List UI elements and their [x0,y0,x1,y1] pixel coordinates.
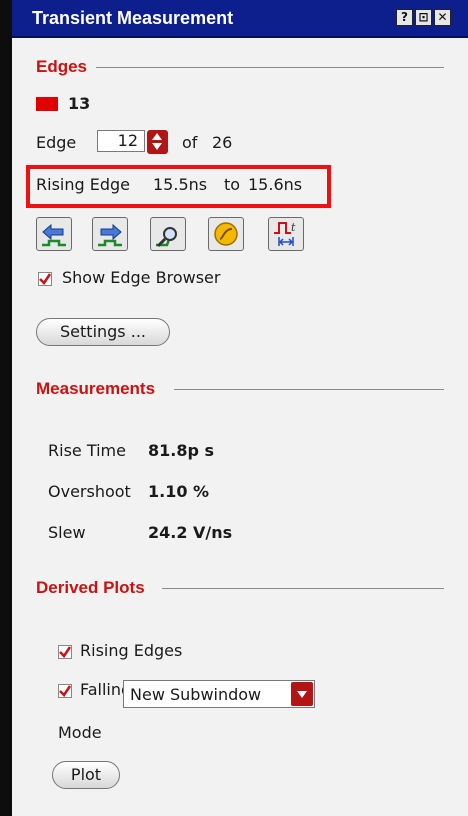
overshoot-label: Overshoot [48,482,131,501]
edges-section-title: Edges [36,57,88,76]
settings-button[interactable]: Settings ... [36,318,170,346]
mode-select[interactable]: New Subwindow [123,680,315,708]
derived-plots-divider [162,588,444,589]
measurement-panel: Edges 13 Edge 12 of 26 Rising Edge 15.5n… [12,38,468,816]
spin-up-icon[interactable] [152,133,162,140]
measure-button[interactable] [208,217,244,251]
show-edge-browser-checkbox[interactable] [38,272,52,286]
mode-label: Mode [58,723,102,742]
close-button[interactable]: ✕ [434,9,451,26]
window-title: Transient Measurement [32,8,234,28]
rising-edges-label[interactable]: Rising Edges [80,641,182,660]
to-label: to [224,175,241,194]
rising-edges-checkbox[interactable] [58,645,72,659]
edge-count: 13 [68,94,91,113]
edge-color-swatch [36,97,58,111]
edge-spinner[interactable] [147,130,168,154]
edge-end-time: 15.6ns [248,175,303,194]
window-frame [0,0,12,816]
measurements-section-title: Measurements [36,379,156,398]
rise-time-value: 81.8p s [148,441,215,460]
edge-start-time: 15.5ns [153,175,208,194]
spin-down-icon[interactable] [152,143,162,150]
overshoot-value: 1.10 % [148,482,210,501]
svg-text:t: t [291,221,296,234]
derived-plots-section-title: Derived Plots [36,578,145,597]
edge-timing-button[interactable]: t [268,217,304,251]
prev-edge-button[interactable] [36,217,72,251]
restore-button[interactable]: ⊡ [415,9,432,26]
show-edge-browser-label[interactable]: Show Edge Browser [62,268,220,287]
zoom-edge-icon [156,227,177,248]
next-edge-icon [98,223,122,247]
mode-select-value: New Subwindow [130,685,262,704]
of-label: of [182,133,198,152]
title-bar[interactable]: Transient Measurement ? ⊡ ✕ [12,0,468,38]
edges-divider [96,67,444,68]
measure-icon [214,222,238,246]
slew-label: Slew [48,523,86,542]
help-button[interactable]: ? [396,9,413,26]
measurements-divider [174,389,444,390]
rise-time-label: Rise Time [48,441,126,460]
prev-edge-icon [42,223,66,247]
edge-number-input[interactable]: 12 [97,130,145,152]
falling-edges-checkbox[interactable] [58,684,72,698]
zoom-edge-button[interactable] [150,217,186,251]
edge-label: Edge [36,133,77,152]
total-edges: 26 [212,133,233,152]
edge-type: Rising Edge [36,175,130,194]
next-edge-button[interactable] [92,217,128,251]
plot-button[interactable]: Plot [52,761,120,789]
edge-timing-icon: t [274,221,296,246]
chevron-down-icon[interactable] [291,682,313,706]
slew-value: 24.2 V/ns [148,523,233,542]
